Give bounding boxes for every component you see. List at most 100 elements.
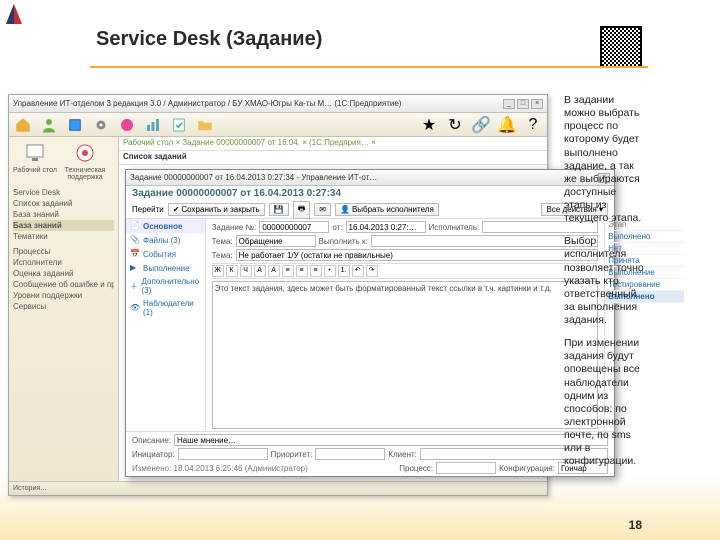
folder-icon[interactable] bbox=[195, 115, 215, 135]
home-icon[interactable] bbox=[13, 115, 33, 135]
task-window: Задание 00000000007 от 16.04.2013 0:27:3… bbox=[125, 169, 615, 477]
list-title: Список заданий bbox=[119, 151, 547, 165]
executor-label: Исполнитель: bbox=[429, 223, 480, 232]
sidebar-list: Service Desk Список заданий База знаний … bbox=[9, 185, 118, 314]
statusbar: История… bbox=[9, 481, 547, 495]
save-close-button[interactable]: ✔Сохранить и закрыть bbox=[168, 203, 265, 216]
task-tabs: 📄Основное 📎Файлы (3) 📅События ▶Выполнени… bbox=[126, 219, 206, 431]
star-icon[interactable]: ★ bbox=[419, 115, 439, 135]
slide-body-text: В задании можно выбрать процесс по котор… bbox=[564, 94, 648, 478]
sidebar-item[interactable]: Список заданий bbox=[13, 198, 114, 209]
sidebar: Рабочий стол Техническая поддержка Servi… bbox=[9, 137, 119, 481]
process-label: Процесс: bbox=[399, 464, 433, 473]
subject-input[interactable] bbox=[236, 249, 599, 261]
theme-label: Тема: bbox=[212, 237, 233, 246]
paragraph: Выбор исполнителя позволяет точно указат… bbox=[564, 235, 648, 327]
maximize-button[interactable]: □ bbox=[517, 99, 529, 109]
rte-undo[interactable]: ↶ bbox=[352, 265, 364, 277]
deadline-label: Выполнить к: bbox=[319, 237, 368, 246]
eye-icon: 👁 bbox=[130, 303, 140, 313]
breadcrumb[interactable]: Рабочий стол × Задание 00000000007 от 16… bbox=[119, 137, 547, 151]
doc-icon: 📄 bbox=[130, 221, 140, 231]
link-icon[interactable]: 🔗 bbox=[471, 115, 491, 135]
save-button[interactable]: 💾 bbox=[269, 203, 289, 216]
rte-align-center[interactable]: ≡ bbox=[296, 265, 308, 277]
help-icon[interactable]: ? bbox=[523, 115, 543, 135]
task-header: Задание 00000000007 от 16.04.2013 0:27:3… bbox=[126, 186, 614, 201]
theme-input[interactable] bbox=[236, 235, 316, 247]
close-button[interactable]: × bbox=[531, 99, 543, 109]
priority-label: Приоритет: bbox=[271, 450, 313, 459]
tab-main[interactable]: 📄Основное bbox=[126, 219, 205, 233]
sidebar-item[interactable]: База знаний bbox=[13, 209, 114, 220]
slide-logo bbox=[4, 2, 24, 26]
gear-icon[interactable] bbox=[91, 115, 111, 135]
last-edit: Изменено: 18.04.2013 6:25:46 (Администра… bbox=[132, 464, 308, 473]
process-input[interactable] bbox=[436, 462, 496, 474]
minimize-button[interactable]: _ bbox=[503, 99, 515, 109]
task-icon[interactable] bbox=[169, 115, 189, 135]
tab-exec[interactable]: ▶Выполнение bbox=[126, 261, 205, 275]
date-label: от: bbox=[332, 223, 342, 232]
refresh-icon[interactable]: ↻ bbox=[445, 115, 465, 135]
print-button[interactable]: 🖶 bbox=[293, 201, 311, 219]
sidebar-item[interactable]: Тематики bbox=[13, 231, 114, 242]
run-icon: ▶ bbox=[130, 263, 140, 273]
mail-button[interactable]: ✉ bbox=[314, 203, 331, 216]
rte-align-right[interactable]: ≡ bbox=[310, 265, 322, 277]
initiator-label: Инициатор: bbox=[132, 450, 175, 459]
subject-label: Тема: bbox=[212, 251, 233, 260]
paragraph: При изменении задания будут оповещены вс… bbox=[564, 337, 648, 468]
page-number: 18 bbox=[629, 518, 642, 532]
chart-icon[interactable] bbox=[143, 115, 163, 135]
sidebar-item[interactable]: Сообщение об ошибке и пр… bbox=[13, 279, 114, 290]
rte-toolbar: Ж К Ч A A ≡ ≡ ≡ • 1. bbox=[212, 263, 599, 279]
sidebar-support[interactable]: Техническая поддержка bbox=[63, 141, 107, 181]
rte-color[interactable]: A bbox=[254, 265, 266, 277]
calendar-icon: 📅 bbox=[130, 249, 140, 259]
priority-input[interactable] bbox=[315, 448, 385, 460]
date-input[interactable] bbox=[346, 221, 426, 233]
bell-icon[interactable]: 🔔 bbox=[497, 115, 517, 135]
rte-bullets[interactable]: • bbox=[324, 265, 336, 277]
initiator-input[interactable] bbox=[178, 448, 268, 460]
main-area: Рабочий стол × Задание 00000000007 от 16… bbox=[119, 137, 547, 481]
sidebar-item[interactable]: Оценка заданий bbox=[13, 268, 114, 279]
assign-button[interactable]: 👤Выбрать исполнителя bbox=[335, 203, 439, 216]
sidebar-support-label: Техническая поддержка bbox=[63, 167, 107, 181]
palette-icon[interactable] bbox=[117, 115, 137, 135]
sidebar-item[interactable]: Уровни поддержки bbox=[13, 290, 114, 301]
tab-additional[interactable]: ＋Дополнительно (3) bbox=[126, 275, 205, 297]
window-titlebar: Управление ИТ-отделом 3 редакция 3.0 / А… bbox=[9, 95, 547, 113]
sidebar-item[interactable]: Сервисы bbox=[13, 301, 114, 312]
tab-observers[interactable]: 👁Наблюдатели (1) bbox=[126, 297, 205, 319]
cube-icon[interactable] bbox=[65, 115, 85, 135]
rte-numbered[interactable]: 1. bbox=[338, 265, 350, 277]
cfg-label: Конфигурация: bbox=[499, 464, 555, 473]
tab-events[interactable]: 📅События bbox=[126, 247, 205, 261]
rte-size[interactable]: A bbox=[268, 265, 280, 277]
description-label: Описание: bbox=[132, 436, 171, 445]
task-form: Задание №: от: Исполнитель: Тема: bbox=[206, 219, 605, 431]
sidebar-desktop[interactable]: Рабочий стол bbox=[13, 141, 57, 181]
main-toolbar: ★ ↻ 🔗 🔔 ? bbox=[9, 113, 547, 137]
history-button[interactable]: История… bbox=[13, 485, 47, 492]
rte-align-left[interactable]: ≡ bbox=[282, 265, 294, 277]
task-window-title: Задание 00000000007 от 16.04.2013 0:27:3… bbox=[130, 173, 377, 182]
app-window: Управление ИТ-отделом 3 редакция 3.0 / А… bbox=[8, 94, 548, 496]
number-input[interactable] bbox=[259, 221, 329, 233]
sidebar-item[interactable]: Процессы bbox=[13, 246, 114, 257]
user-icon[interactable] bbox=[39, 115, 59, 135]
sidebar-desktop-label: Рабочий стол bbox=[13, 167, 57, 174]
description-input[interactable] bbox=[174, 434, 608, 446]
sidebar-item[interactable]: Исполнители bbox=[13, 257, 114, 268]
rte-body[interactable]: Это текст задания, здесь может быть форм… bbox=[212, 281, 599, 429]
rte-italic[interactable]: К bbox=[226, 265, 238, 277]
rte-redo[interactable]: ↷ bbox=[366, 265, 378, 277]
rte-underline[interactable]: Ч bbox=[240, 265, 252, 277]
rte-bold[interactable]: Ж bbox=[212, 265, 224, 277]
tab-files[interactable]: 📎Файлы (3) bbox=[126, 233, 205, 247]
sidebar-item-selected[interactable]: База знаний bbox=[13, 220, 114, 231]
paragraph: В задании можно выбрать процесс по котор… bbox=[564, 94, 648, 225]
sidebar-item[interactable]: Service Desk bbox=[13, 187, 114, 198]
